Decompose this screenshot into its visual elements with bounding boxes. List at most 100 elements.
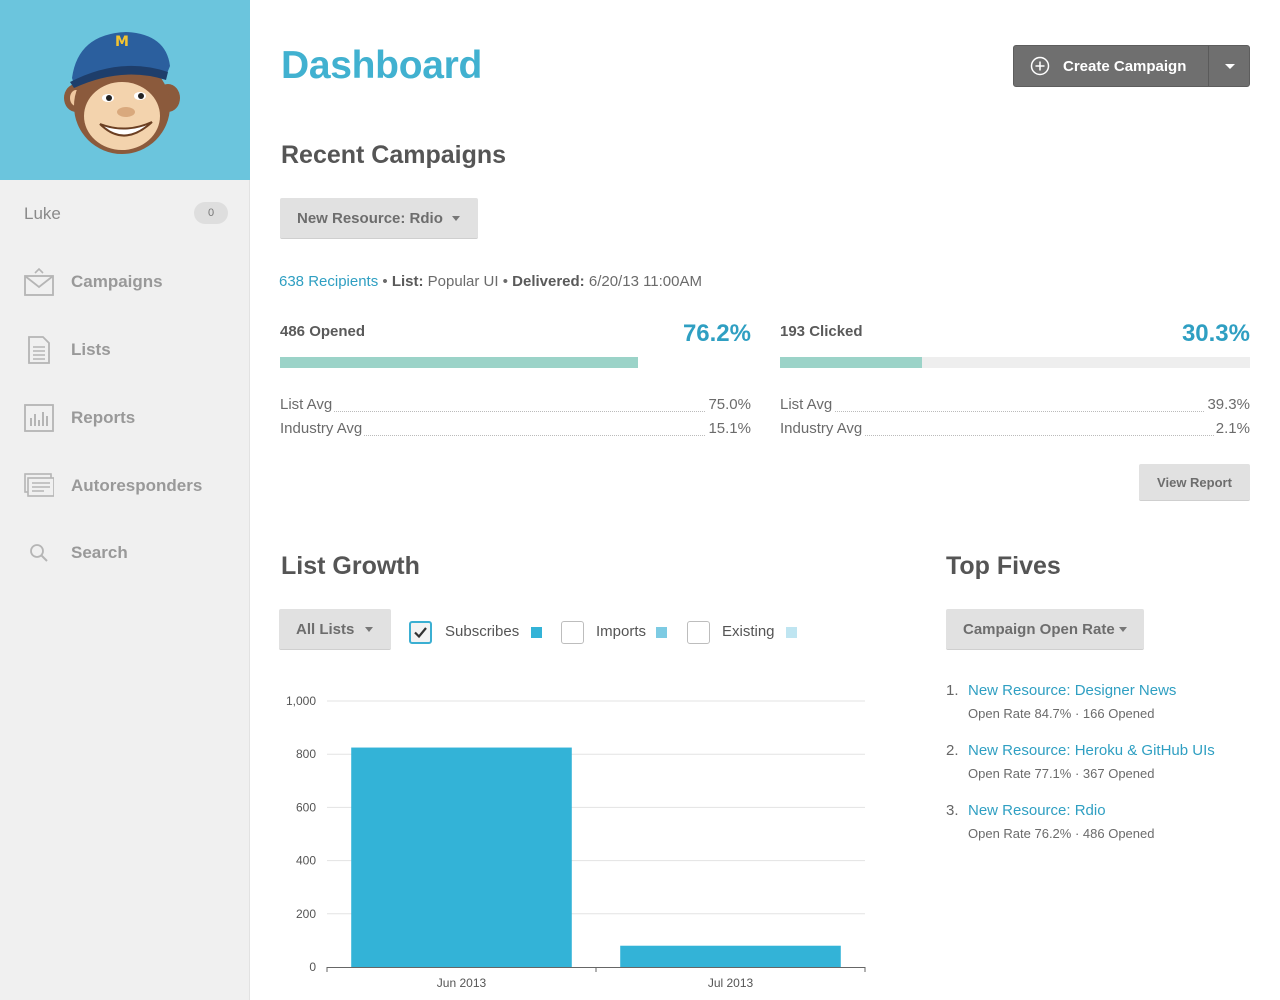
create-campaign-button-group: Create Campaign [1013, 45, 1250, 87]
y-tick-label: 400 [296, 854, 316, 868]
sidebar-item-reports[interactable]: Reports [0, 396, 250, 440]
y-tick-label: 1,000 [286, 694, 316, 708]
sidebar-item-label: Reports [71, 408, 136, 427]
list-select-value: All Lists [296, 621, 355, 638]
imports-label: Imports [596, 623, 647, 640]
list-item: 1. New Resource: Designer News Open Rate… [946, 682, 1266, 732]
campaigns-envelope-icon [24, 268, 54, 296]
imports-swatch [656, 627, 667, 638]
sidebar-item-label: Lists [71, 340, 111, 359]
campaign-select[interactable]: New Resource: Rdio [280, 198, 478, 239]
opened-bar-fill [280, 357, 638, 368]
item-number: 3. [946, 802, 959, 819]
campaign-link[interactable]: New Resource: Designer News [968, 682, 1176, 699]
sidebar-item-label: Search [71, 543, 128, 562]
opened-count: 486 Opened [280, 323, 366, 340]
imports-checkbox[interactable] [561, 621, 584, 644]
industry-avg-value: 15.1% [706, 420, 751, 437]
view-report-button[interactable]: View Report [1139, 464, 1250, 501]
lists-document-icon [28, 336, 50, 364]
list-value: Popular UI [427, 273, 499, 290]
subscribes-label: Subscribes [445, 623, 520, 640]
mailchimp-monkey-logo[interactable]: M [62, 26, 182, 156]
y-tick-label: 800 [296, 747, 316, 761]
recipients-link[interactable]: 638 Recipients [279, 273, 378, 290]
campaign-meta: 638 Recipients • List: Popular UI • Deli… [279, 273, 702, 290]
chevron-down-icon [1119, 627, 1127, 632]
sidebar-item-search[interactable]: Search [0, 531, 250, 575]
sidebar-item-lists[interactable]: Lists [0, 328, 250, 372]
opened-percent: 76.2% [682, 320, 751, 347]
opened-list-avg-row: List Avg 75.0% [280, 396, 751, 416]
leader-dots [780, 411, 1250, 412]
existing-swatch [786, 627, 797, 638]
y-tick-label: 0 [309, 960, 316, 974]
create-campaign-label: Create Campaign [1063, 58, 1187, 75]
campaign-stats: Open Rate 84.7% · 166 Opened [968, 706, 1155, 721]
meta-separator: • [502, 273, 513, 290]
search-icon [30, 544, 48, 562]
item-number: 2. [946, 742, 959, 759]
opened-bar-track [280, 357, 638, 368]
campaign-link[interactable]: New Resource: Rdio [968, 802, 1106, 819]
opened-industry-avg-row: Industry Avg 15.1% [280, 420, 751, 440]
existing-label: Existing [722, 623, 775, 640]
create-campaign-dropdown-toggle[interactable] [1209, 46, 1250, 86]
list-growth-heading: List Growth [281, 552, 420, 580]
page-title: Dashboard [281, 44, 483, 87]
delivered-label: Delivered: [512, 273, 585, 290]
sidebar-item-autoresponders[interactable]: Autoresponders [0, 464, 250, 508]
clicked-bar-track [780, 357, 1250, 368]
campaign-stats: Open Rate 77.1% · 367 Opened [968, 766, 1155, 781]
subscribes-checkbox[interactable] [409, 621, 432, 644]
clicked-list-avg-row: List Avg 39.3% [780, 396, 1250, 416]
sidebar: M Luke 0 Campaigns Lists Reports Autores… [0, 0, 250, 1000]
plus-circle-icon [1030, 56, 1050, 76]
y-tick-label: 600 [296, 800, 316, 814]
opened-stat: 486 Opened 76.2% List Avg 75.0% Industry… [280, 320, 751, 440]
create-campaign-button[interactable]: Create Campaign [1014, 46, 1208, 86]
view-report-label: View Report [1157, 475, 1232, 490]
item-number: 1. [946, 682, 959, 699]
clicked-bar-fill [780, 357, 922, 368]
x-tick-label: Jun 2013 [437, 976, 487, 990]
list-growth-chart: 0 200 400 600 800 1,000 Jun 2013 Jul 2013 [286, 694, 866, 990]
leader-dots [280, 411, 751, 412]
campaign-select-value: New Resource: Rdio [297, 210, 443, 227]
list-avg-value: 75.0% [706, 396, 751, 413]
delivered-value: 6/20/13 11:00AM [588, 273, 702, 290]
industry-avg-value: 2.1% [1213, 420, 1250, 437]
sidebar-item-label: Campaigns [71, 272, 163, 291]
clicked-percent: 30.3% [1181, 320, 1250, 347]
top-fives-select-value: Campaign Open Rate [963, 621, 1115, 638]
meta-separator: • [382, 273, 392, 290]
user-row[interactable]: Luke 0 [0, 196, 250, 236]
x-tick-label: Jul 2013 [708, 976, 754, 990]
chevron-down-icon [1225, 64, 1235, 69]
existing-checkbox[interactable] [687, 621, 710, 644]
clicked-industry-avg-row: Industry Avg 2.1% [780, 420, 1250, 440]
list-item: 2. New Resource: Heroku & GitHub UIs Ope… [946, 742, 1266, 792]
industry-avg-label: Industry Avg [780, 420, 865, 437]
list-select[interactable]: All Lists [279, 609, 391, 650]
bar-jun-2013 [351, 747, 572, 967]
list-avg-value: 39.3% [1205, 396, 1250, 413]
campaign-link[interactable]: New Resource: Heroku & GitHub UIs [968, 742, 1215, 759]
list-label: List: [391, 273, 424, 290]
brand-header: M [0, 0, 250, 180]
chevron-down-icon [452, 216, 460, 221]
notification-count-badge: 0 [194, 202, 228, 224]
autoresponders-icon [24, 473, 54, 497]
top-fives-heading: Top Fives [946, 552, 1061, 580]
clicked-stat: 193 Clicked 30.3% List Avg 39.3% Industr… [780, 320, 1250, 440]
sidebar-item-label: Autoresponders [71, 476, 203, 495]
industry-avg-label: Industry Avg [280, 420, 365, 437]
sidebar-item-campaigns[interactable]: Campaigns [0, 260, 250, 304]
user-name: Luke [24, 204, 61, 223]
campaign-stats: Open Rate 76.2% · 486 Opened [968, 826, 1155, 841]
bar-jul-2013 [620, 945, 841, 967]
top-fives-select[interactable]: Campaign Open Rate [946, 609, 1144, 650]
list-item: 3. New Resource: Rdio Open Rate 76.2% · … [946, 802, 1266, 852]
svg-text:M: M [115, 34, 129, 50]
subscribes-swatch [531, 627, 542, 638]
